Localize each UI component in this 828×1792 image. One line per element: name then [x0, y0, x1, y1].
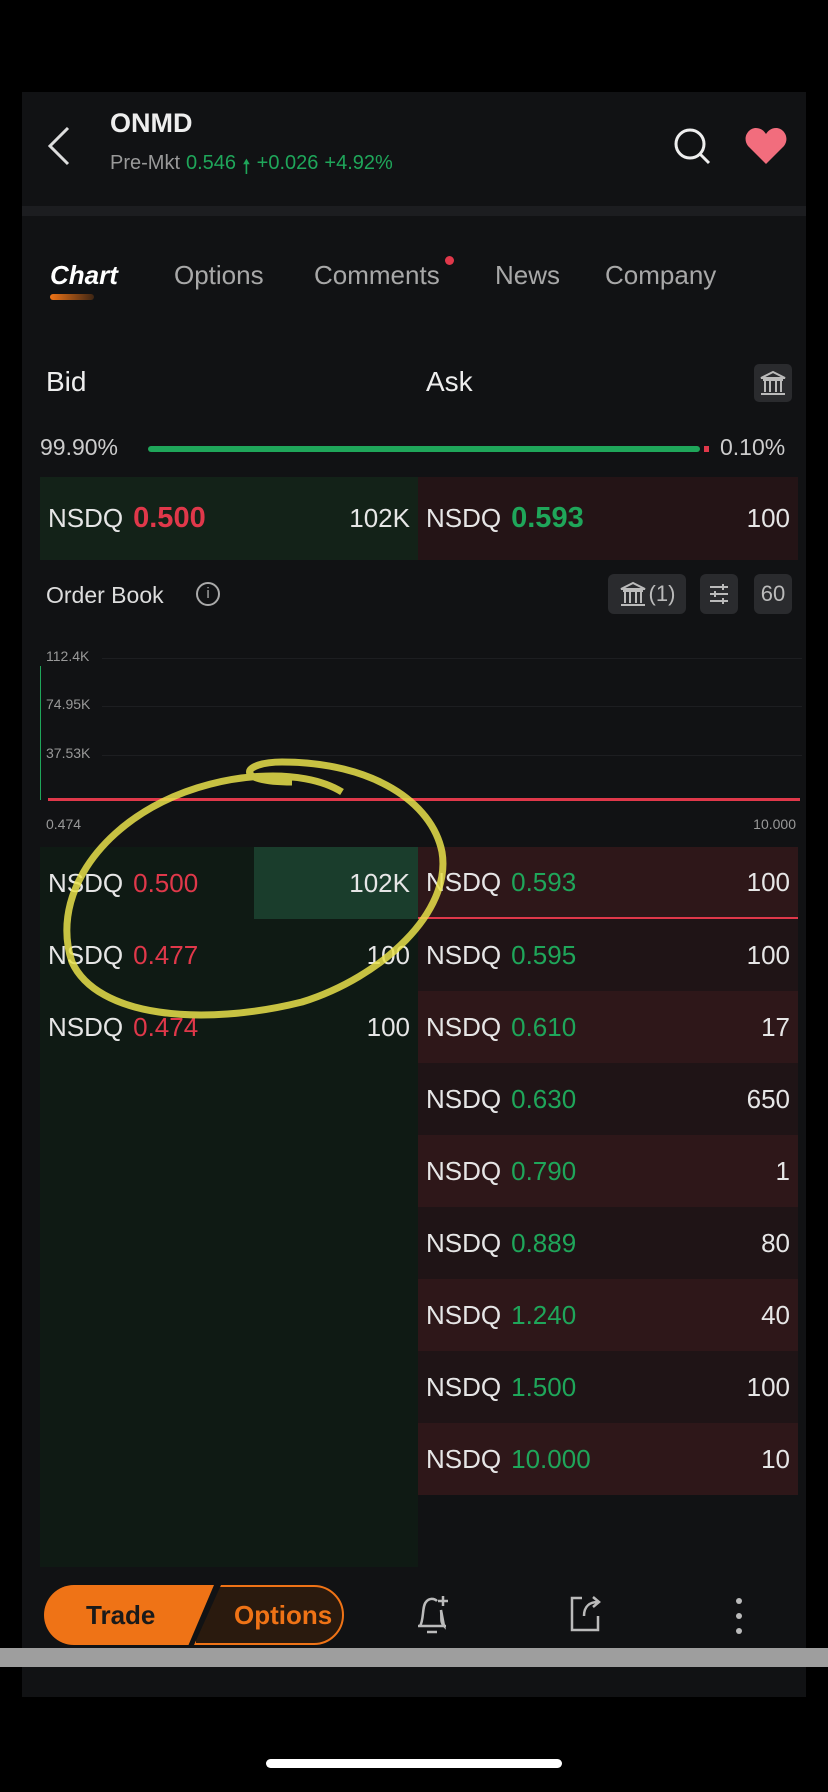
- heart-icon: [745, 128, 787, 164]
- back-button[interactable]: [44, 124, 84, 168]
- app-window: ONMD Pre-Mkt 0.546 🠕 +0.026 +4.92% Chart…: [22, 92, 806, 1697]
- ask-size: 10: [761, 1443, 790, 1474]
- exchange: NSDQ: [426, 1443, 502, 1474]
- ask-size: 100: [746, 866, 790, 897]
- ask-size: 100: [746, 939, 790, 970]
- x-max-label: 10.000: [753, 816, 796, 832]
- ask-price: 10.000: [511, 1443, 591, 1474]
- ask-size: 17: [761, 1011, 790, 1042]
- settings-button[interactable]: [700, 574, 738, 614]
- arrow-up-icon: 🠕: [242, 156, 251, 178]
- depth-button[interactable]: 60: [754, 574, 792, 614]
- ask-ratio-bar: [704, 446, 709, 452]
- order-book-title: Order Book: [46, 582, 164, 608]
- exchange: NSDQ: [426, 1299, 502, 1330]
- bid-label: Bid: [46, 366, 87, 397]
- best-ask-size: 100: [746, 503, 790, 533]
- overlay-bar: [0, 1648, 828, 1667]
- best-ask-price: 0.593: [511, 502, 584, 534]
- premarket-price: 0.546: [186, 152, 237, 174]
- exchange: NSDQ: [426, 1155, 502, 1186]
- gridline: [102, 706, 802, 707]
- bank-icon: [760, 370, 786, 395]
- gridline: [102, 658, 802, 659]
- options-button[interactable]: Options: [194, 1585, 344, 1645]
- share-icon: [570, 1596, 601, 1632]
- tab-company[interactable]: Company: [605, 260, 716, 291]
- tab-chart[interactable]: Chart: [50, 260, 118, 300]
- ask-row: NSDQ 10.000 10: [418, 1423, 798, 1495]
- search-icon: [674, 128, 711, 165]
- ask-row: NSDQ 0.595 100: [418, 919, 798, 991]
- tab-comments[interactable]: Comments: [314, 256, 454, 291]
- ask-price: 1.500: [511, 1371, 577, 1402]
- ask-size: 80: [761, 1227, 790, 1258]
- best-bid: NSDQ 0.500 102K: [40, 477, 418, 560]
- ask-row: NSDQ 0.630 650: [418, 1063, 798, 1135]
- ask-row: NSDQ 1.240 40: [418, 1279, 798, 1351]
- session-label: Pre-Mkt: [110, 152, 180, 174]
- bid-ratio-bar: [148, 446, 700, 452]
- ask-percentage: 0.10%: [720, 434, 786, 460]
- hand-drawn-circle-annotation: [63, 758, 447, 1019]
- more-button[interactable]: [734, 1596, 744, 1641]
- ask-size: 650: [746, 1083, 790, 1114]
- ask-price: 0.595: [511, 939, 577, 970]
- divider: [22, 206, 806, 216]
- notification-dot: [444, 256, 454, 265]
- exchange: NSDQ: [426, 503, 502, 533]
- ask-price: 0.610: [511, 1011, 577, 1042]
- ask-row: NSDQ 0.593 100: [418, 847, 798, 919]
- add-alert-button[interactable]: [412, 1592, 452, 1641]
- info-icon[interactable]: i: [196, 582, 220, 606]
- search-button[interactable]: [672, 126, 712, 171]
- ask-price: 0.630: [511, 1083, 577, 1114]
- bell-plus-icon: [418, 1596, 448, 1634]
- ask-size: 1: [775, 1155, 790, 1186]
- tab-options[interactable]: Options: [174, 260, 264, 291]
- exchange-button[interactable]: [754, 364, 792, 402]
- y-tick-label: 74.95K: [46, 696, 91, 712]
- trade-button[interactable]: Trade: [44, 1585, 214, 1645]
- y-tick-label: 112.4K: [46, 648, 90, 664]
- ask-row: NSDQ 0.790 1: [418, 1135, 798, 1207]
- tab-news[interactable]: News: [495, 260, 560, 291]
- ask-price: 0.593: [511, 866, 577, 897]
- active-tab-indicator: [50, 294, 94, 300]
- more-vertical-icon: [736, 1598, 742, 1634]
- chevron-left-icon: [47, 126, 70, 166]
- best-bid-size: 102K: [349, 503, 410, 533]
- ask-row: NSDQ 0.610 17: [418, 991, 798, 1063]
- best-ask: NSDQ 0.593 100: [418, 477, 798, 560]
- exchange: NSDQ: [48, 503, 124, 533]
- trade-options-switch: Trade Options: [44, 1585, 344, 1645]
- ask-row: NSDQ 1.500 100: [418, 1351, 798, 1423]
- exchange: NSDQ: [426, 1227, 502, 1258]
- price-change-pct: +4.92%: [324, 152, 393, 174]
- broker-count: (1): [648, 581, 676, 606]
- exchange: NSDQ: [426, 1371, 502, 1402]
- ask-price: 0.889: [511, 1227, 577, 1258]
- best-bid-price: 0.500: [133, 502, 206, 534]
- ask-row: NSDQ 0.889 80: [418, 1207, 798, 1279]
- sliders-icon: [710, 584, 728, 604]
- ask-size: 40: [761, 1299, 790, 1330]
- favorite-button[interactable]: [744, 126, 788, 171]
- ask-size: 100: [746, 1371, 790, 1402]
- ask-label: Ask: [426, 366, 473, 397]
- bank-icon: [620, 581, 645, 606]
- price-change: +0.026: [256, 152, 319, 174]
- share-button[interactable]: [566, 1592, 606, 1641]
- ask-price: 0.790: [511, 1155, 577, 1186]
- bid-percentage: 99.90%: [40, 434, 119, 460]
- ask-price: 1.240: [511, 1299, 577, 1330]
- broker-filter-button[interactable]: (1): [608, 574, 686, 614]
- home-indicator[interactable]: [266, 1759, 562, 1768]
- bid-depth-line: [40, 666, 41, 800]
- ticker-symbol: ONMD: [110, 108, 193, 138]
- premarket-quote: Pre-Mkt 0.546 🠕 +0.026 +4.92%: [110, 152, 393, 186]
